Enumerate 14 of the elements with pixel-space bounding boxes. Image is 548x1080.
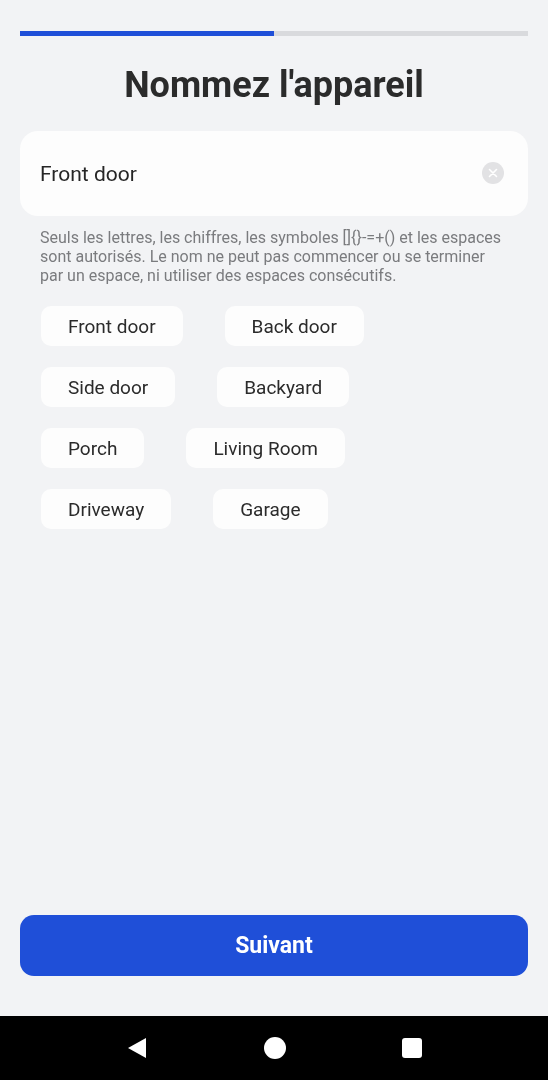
suggestion-chip[interactable]: Porch (41, 428, 145, 468)
suggestion-chip[interactable]: Back door (224, 306, 364, 346)
hint-text: Seuls les lettres, les chiffres, les symboles []{}-=+() et les espaces sont autorisés. Le nom ne peut pas commencer ou se terminer par un espace, ni utiliser des espaces consécutifs. (40, 228, 503, 285)
page-title: Nommez l'appareil (123, 63, 425, 107)
back-icon[interactable] (126, 1036, 148, 1060)
suggestion-chip[interactable]: Living Room (186, 428, 345, 468)
suggestion-chip[interactable]: Backyard (217, 367, 350, 407)
suggestion-chip[interactable]: Garage (213, 489, 328, 529)
suggestion-chip[interactable]: Side door (41, 367, 176, 407)
home-icon[interactable] (263, 1036, 287, 1060)
suggestion-chip[interactable]: Driveway (41, 489, 172, 529)
suggestion-chip[interactable]: Front door (41, 306, 183, 346)
name-field[interactable]: Front door (20, 131, 528, 216)
next-button[interactable]: Suivant (20, 915, 528, 976)
